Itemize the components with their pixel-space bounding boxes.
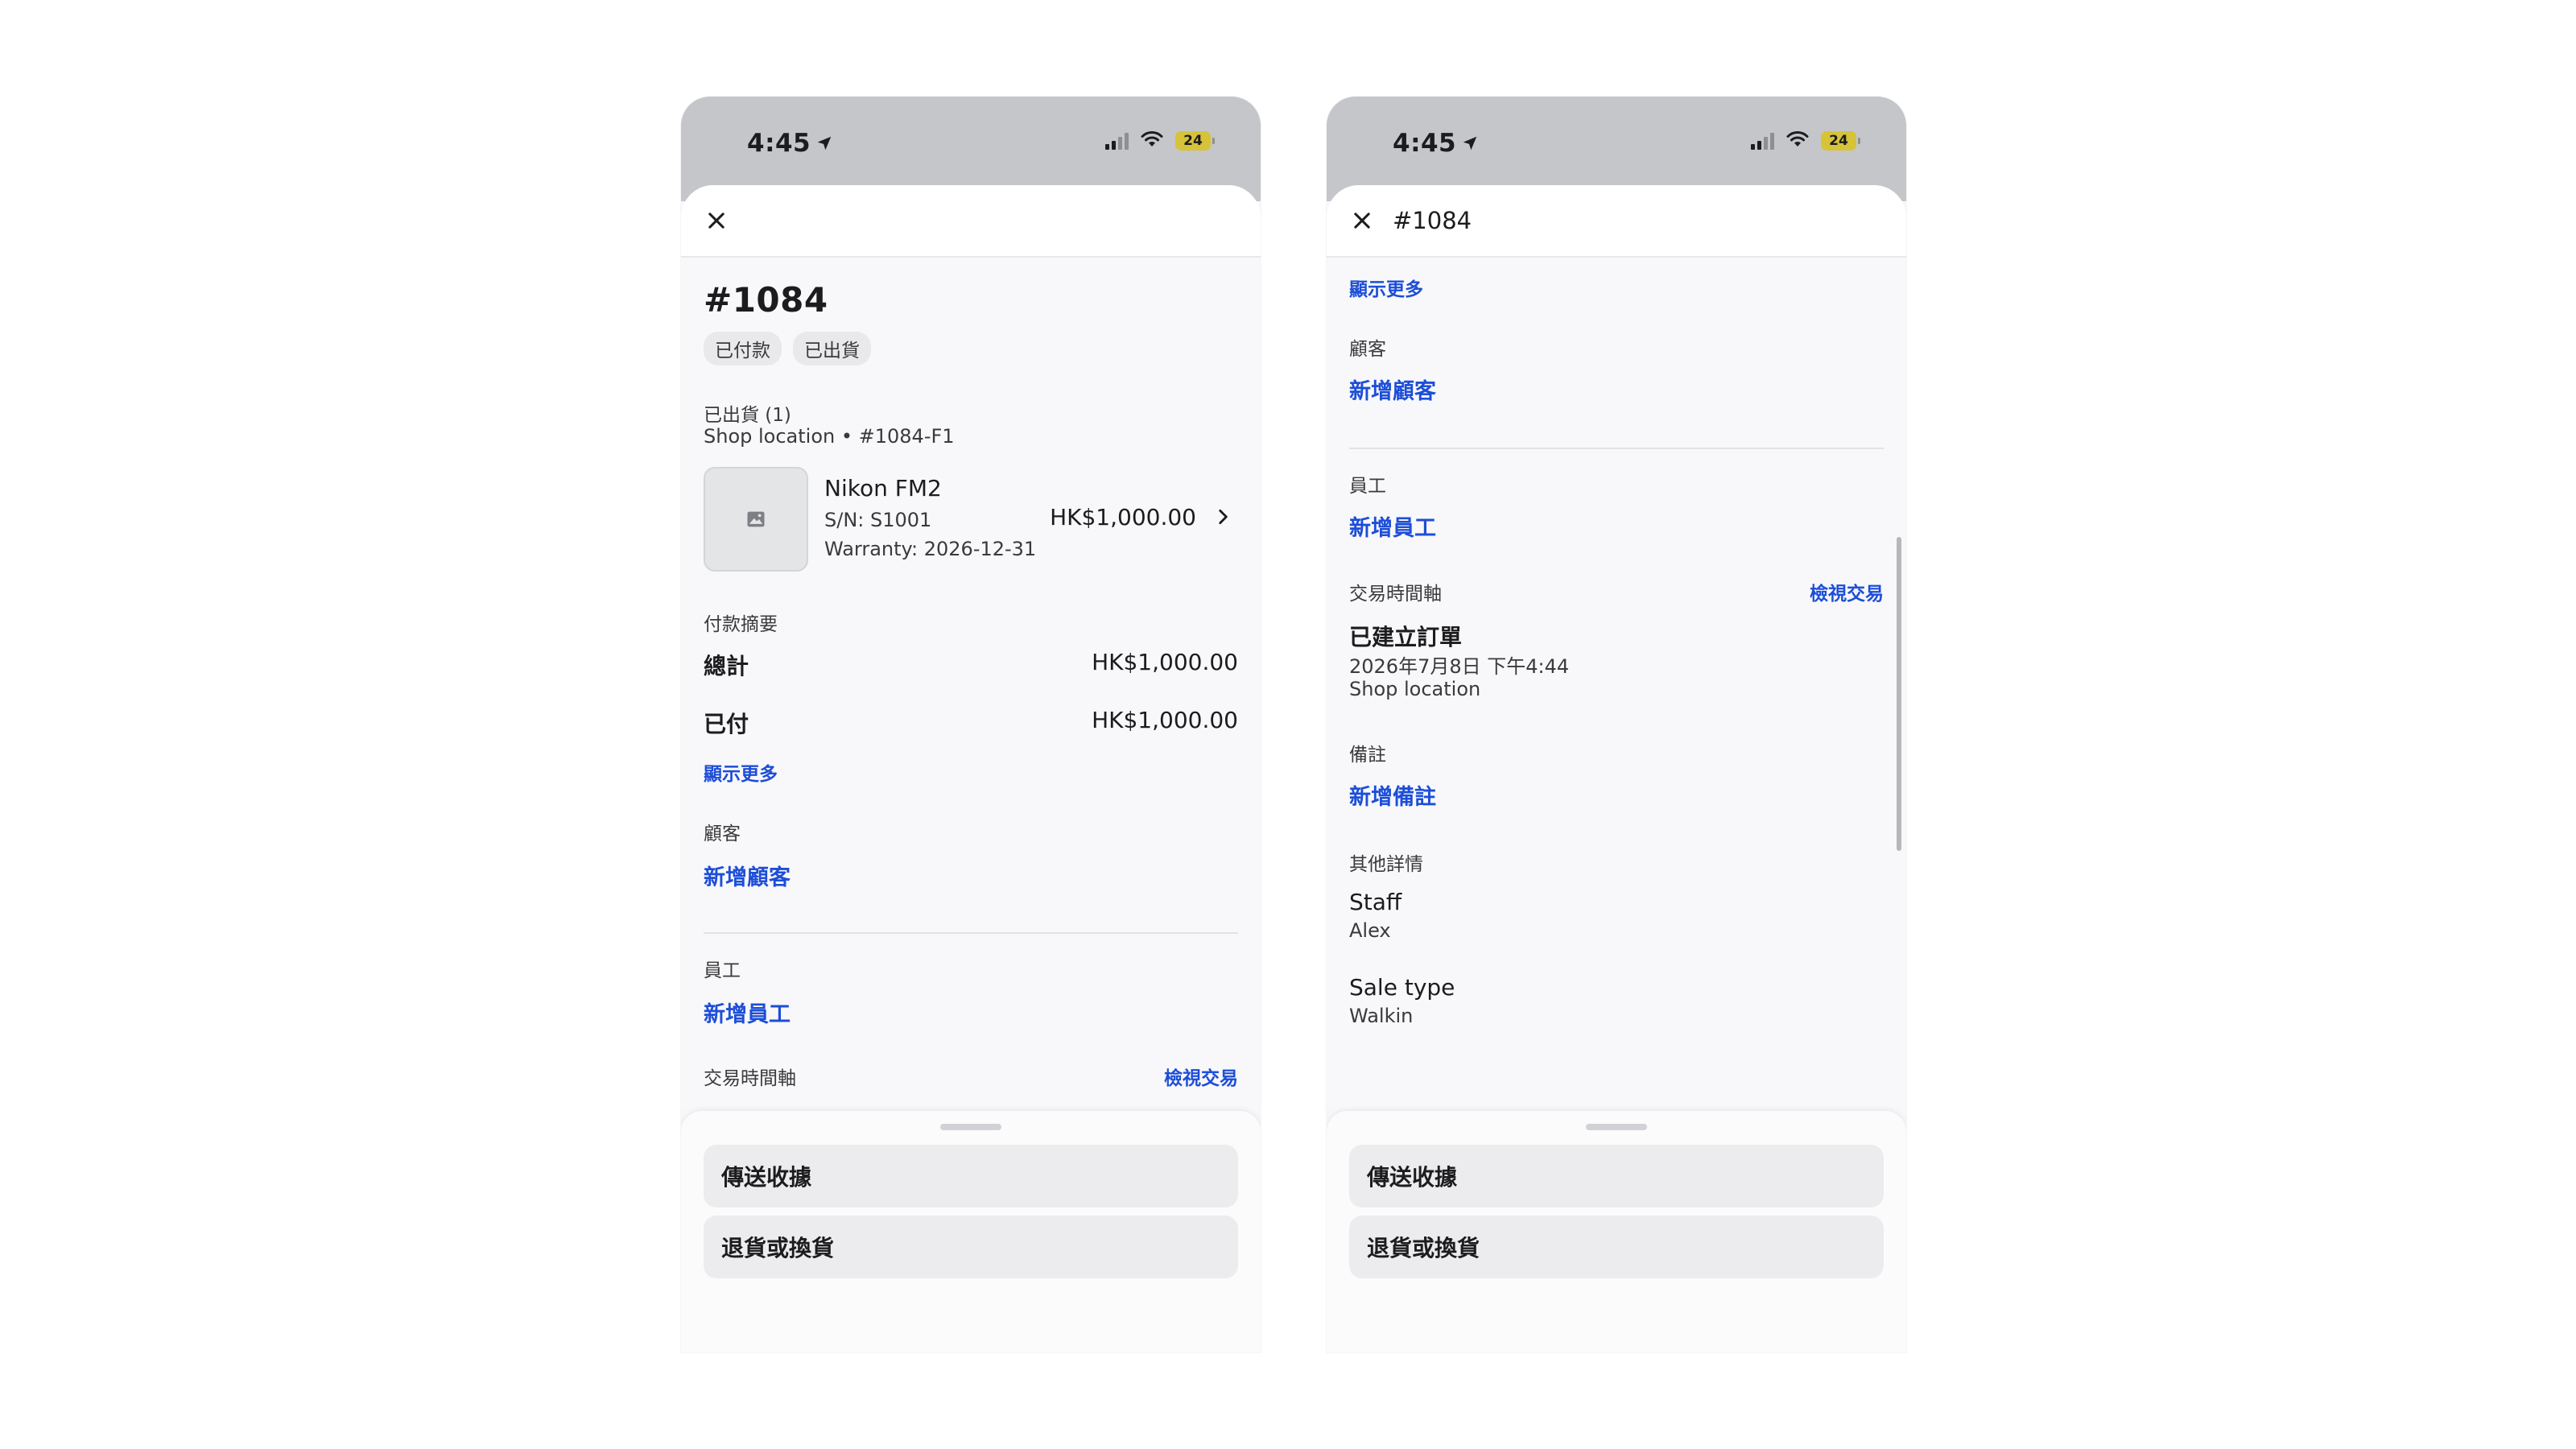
timeline-label: 交易時間軸 [704, 1068, 796, 1089]
total-value: HK$1,000.00 [1092, 649, 1238, 675]
status-badge-paid: 已付款 [704, 332, 782, 365]
battery-level: 24 [1183, 133, 1203, 149]
notes-label: 備註 [1349, 745, 1386, 766]
status-time: 4:45 [1393, 129, 1479, 158]
battery-icon: 24 [1821, 131, 1860, 151]
nav-bar: #1084 [1327, 185, 1906, 258]
wifi-icon [1785, 130, 1810, 151]
location-arrow-icon [1463, 136, 1477, 151]
close-button[interactable] [704, 208, 729, 233]
signal-icon [1105, 132, 1129, 150]
section-divider [1349, 448, 1884, 449]
add-customer-link[interactable]: 新增顧客 [1349, 374, 1436, 405]
scrollbar[interactable] [1897, 537, 1901, 851]
detail-staff-value: Alex [1349, 919, 1391, 942]
add-customer-link[interactable]: 新增顧客 [704, 860, 791, 891]
return-exchange-button[interactable]: 退貨或換貨 [1349, 1216, 1884, 1278]
sheet-grabber[interactable] [940, 1124, 1001, 1130]
paid-label: 已付 [704, 711, 749, 737]
detail-staff-title: Staff [1349, 889, 1402, 915]
action-panel: 傳送收據 退貨或換貨 [1327, 1111, 1906, 1352]
return-exchange-button[interactable]: 退貨或換貨 [704, 1216, 1238, 1278]
staff-label: 員工 [1349, 476, 1386, 497]
location-arrow-icon [817, 136, 832, 151]
send-receipt-button[interactable]: 傳送收據 [1349, 1145, 1884, 1208]
add-notes-link[interactable]: 新增備註 [1349, 779, 1436, 811]
total-label: 總計 [704, 653, 749, 679]
customer-label: 顧客 [1349, 339, 1386, 360]
phone-screen-order-top: 4:45 24 #1084 已付款 已出貨 已出貨 (1) Shop locat… [681, 97, 1261, 1352]
battery-level: 24 [1829, 133, 1848, 149]
add-staff-link[interactable]: 新增員工 [1349, 510, 1436, 542]
close-icon [708, 213, 724, 229]
product-thumbnail [704, 467, 808, 572]
send-receipt-button[interactable]: 傳送收據 [704, 1145, 1238, 1208]
status-time-text: 4:45 [1393, 129, 1457, 158]
product-warranty: Warranty: 2026-12-31 [824, 538, 1037, 560]
timeline-label: 交易時間軸 [1349, 584, 1442, 605]
show-more-link[interactable]: 顯示更多 [1349, 274, 1423, 301]
timeline-event-time: 2026年7月8日 下午4:44 [1349, 655, 1570, 678]
detail-sale-type-value: Walkin [1349, 1005, 1414, 1027]
view-transactions-link[interactable]: 檢視交易 [1810, 578, 1884, 605]
phone-screen-order-scrolled: 4:45 24 #1084 顯示更多 顧客 新增顧客 員工 新增員工 交易時間軸… [1327, 97, 1906, 1352]
other-details-label: 其他詳情 [1349, 854, 1423, 875]
status-time-text: 4:45 [747, 129, 811, 158]
view-transactions-link[interactable]: 檢視交易 [1164, 1063, 1238, 1090]
signal-icon [1751, 132, 1774, 150]
fulfillment-label: 已出貨 (1) [704, 405, 791, 426]
wifi-icon [1140, 130, 1164, 151]
paid-value: HK$1,000.00 [1092, 707, 1238, 733]
add-staff-link[interactable]: 新增員工 [704, 997, 791, 1028]
payment-summary-label: 付款摘要 [704, 614, 778, 635]
staff-label: 員工 [704, 960, 741, 981]
product-price: HK$1,000.00 [1050, 504, 1196, 530]
fulfillment-location: Shop location • #1084-F1 [704, 425, 955, 448]
close-button[interactable] [1349, 208, 1375, 233]
close-icon [1354, 213, 1370, 229]
status-time: 4:45 [747, 129, 833, 158]
order-title: #1084 [704, 280, 828, 320]
battery-icon: 24 [1175, 131, 1215, 151]
image-placeholder-icon [747, 511, 765, 527]
status-badge-fulfilled: 已出貨 [793, 332, 871, 365]
product-name: Nikon FM2 [824, 475, 942, 502]
detail-sale-type-title: Sale type [1349, 974, 1455, 1001]
product-serial: S/N: S1001 [824, 509, 932, 531]
timeline-event-title: 已建立訂單 [1349, 624, 1463, 650]
customer-label: 顧客 [704, 824, 741, 844]
action-panel: 傳送收據 退貨或換貨 [681, 1111, 1261, 1352]
line-item-chevron [1212, 506, 1233, 530]
section-divider [704, 932, 1238, 934]
sheet-grabber[interactable] [1586, 1124, 1647, 1130]
chevron-right-icon [1219, 510, 1228, 524]
nav-bar [681, 185, 1261, 258]
show-more-link[interactable]: 顯示更多 [704, 758, 778, 786]
timeline-event-location: Shop location [1349, 678, 1481, 700]
nav-title: #1084 [1393, 207, 1472, 234]
